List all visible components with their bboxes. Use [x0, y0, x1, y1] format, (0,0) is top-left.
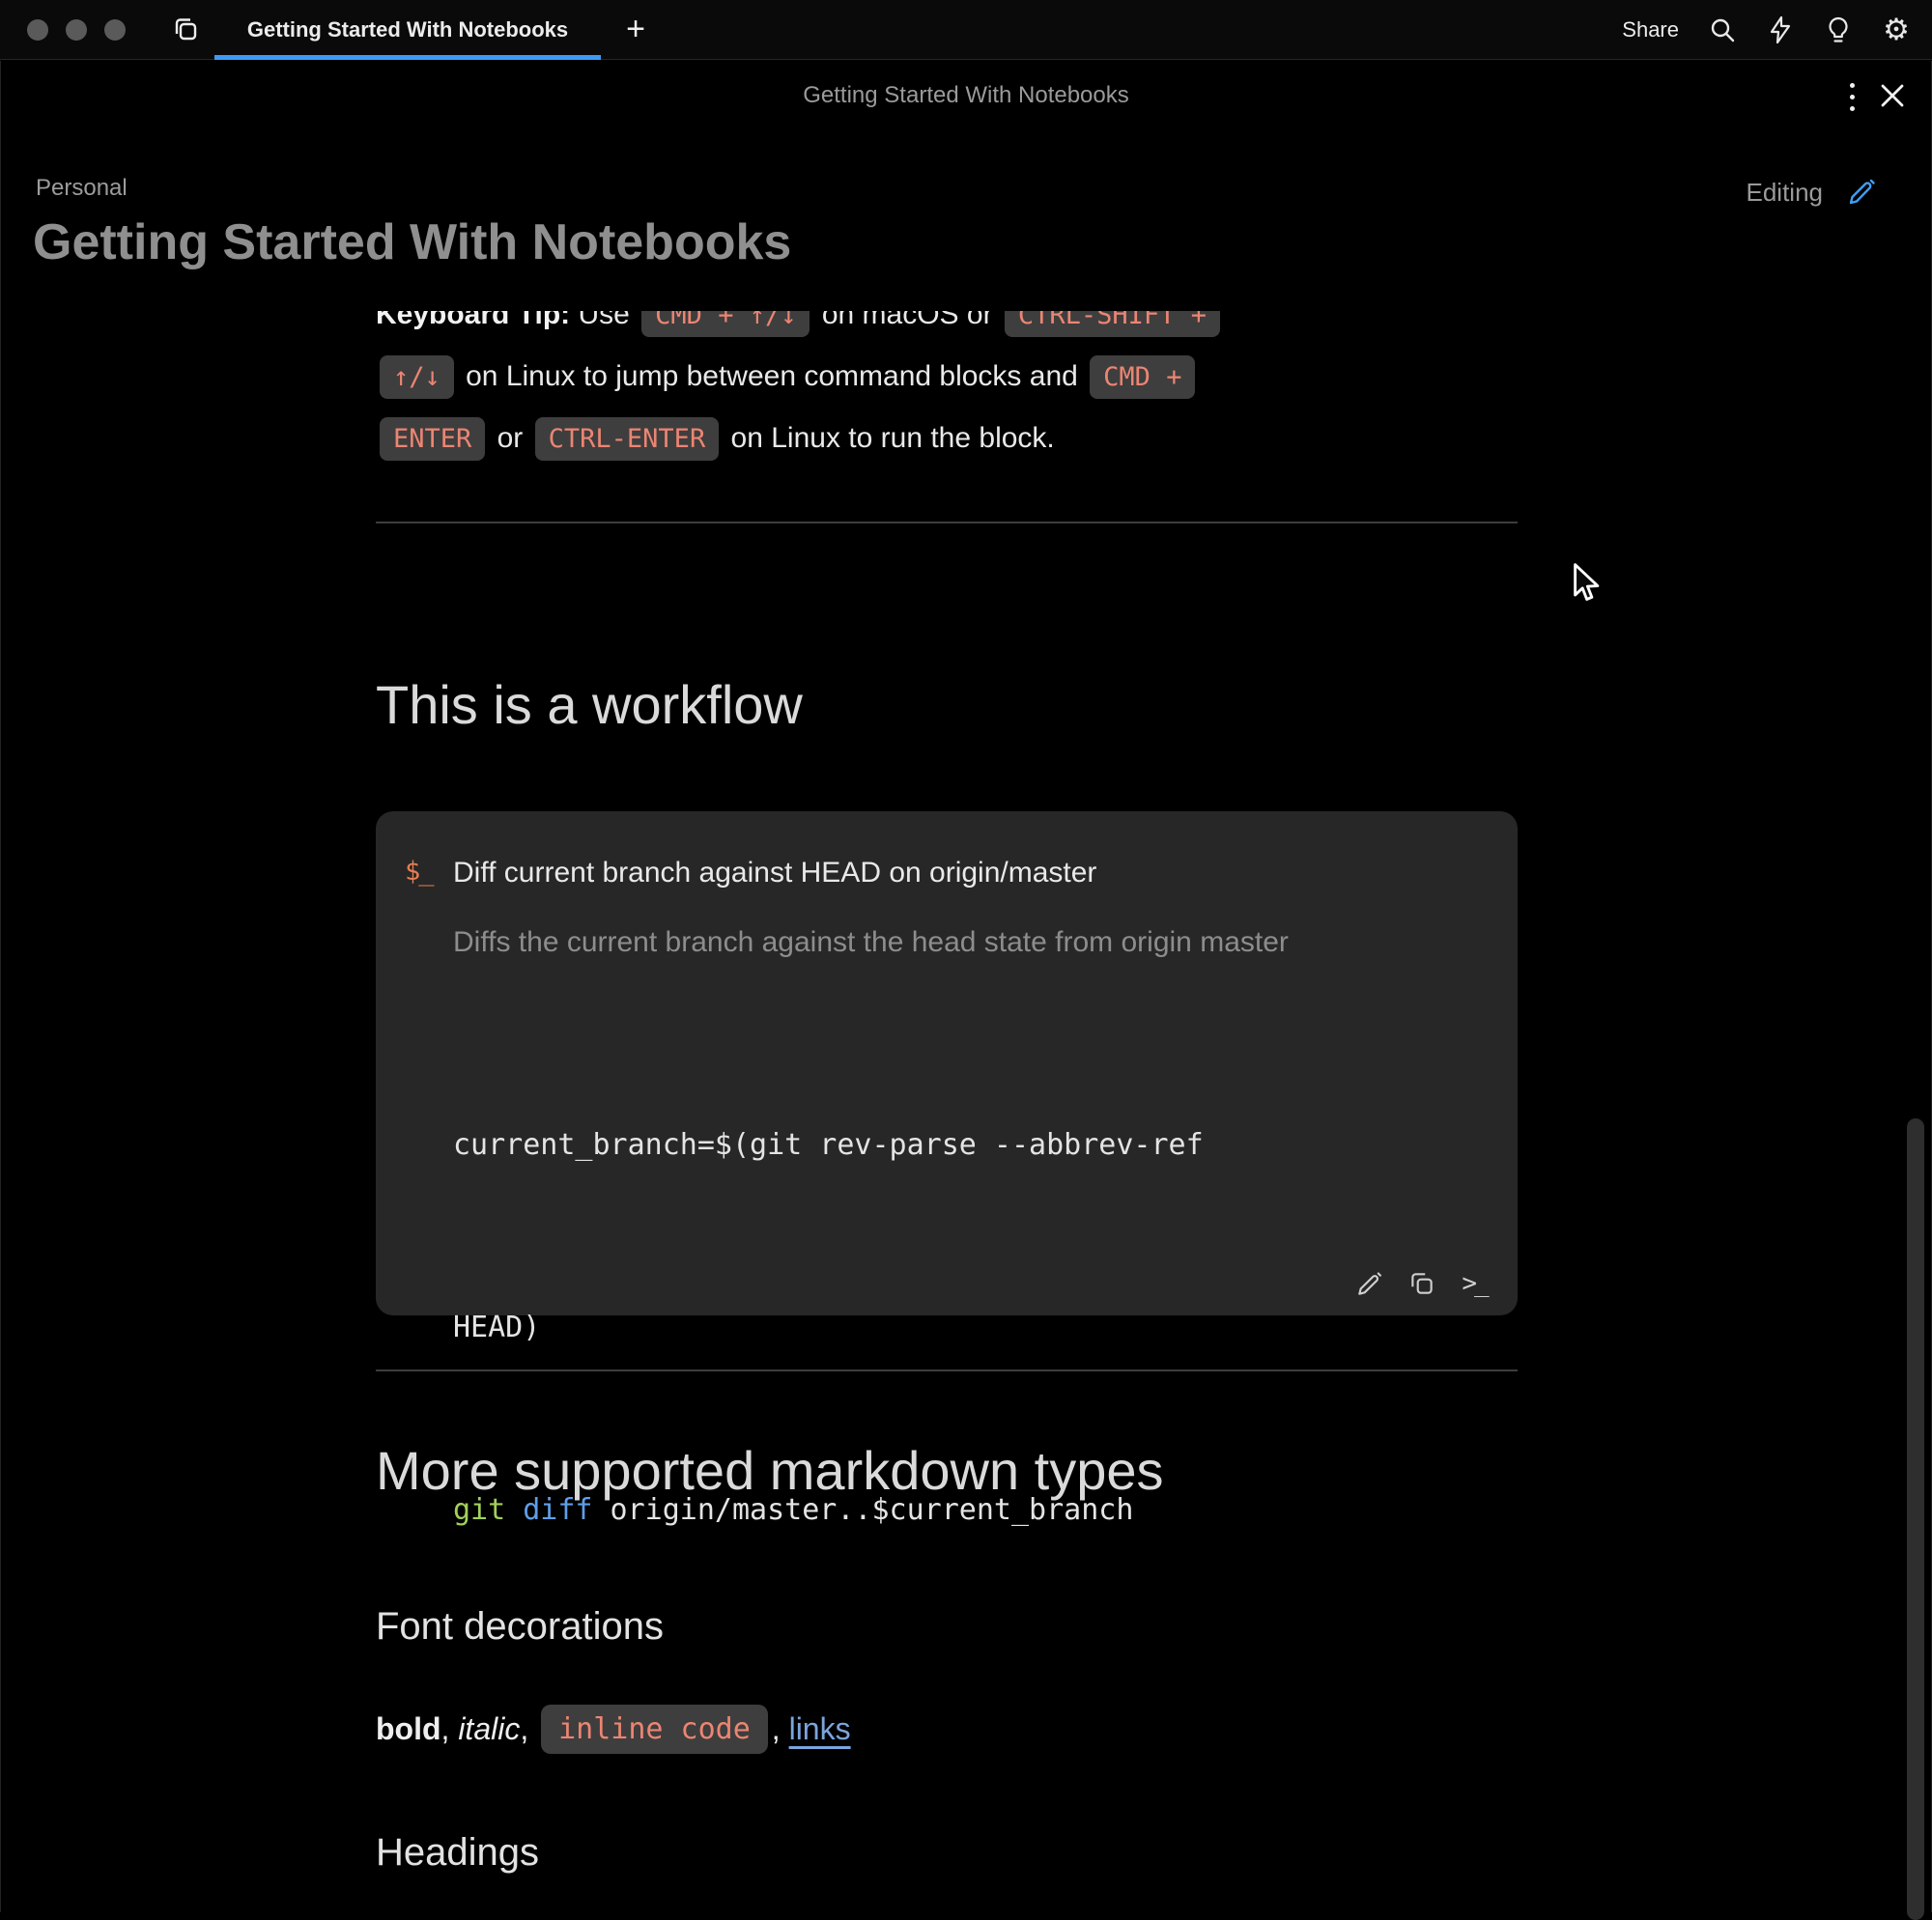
- overflow-menu-icon[interactable]: [1842, 80, 1861, 113]
- workflow-card-title: Diff current branch against HEAD on orig…: [453, 852, 1463, 894]
- lightning-icon[interactable]: [1766, 15, 1795, 44]
- workflow-card-actions: >_: [1353, 1267, 1491, 1300]
- new-tab-button[interactable]: +: [616, 8, 655, 50]
- mouse-cursor: [1573, 563, 1605, 604]
- font-decorations-heading: Font decorations: [376, 1605, 664, 1649]
- key-enter: ENTER: [380, 417, 485, 461]
- links-sample[interactable]: links: [789, 1711, 851, 1747]
- minimize-traffic-light[interactable]: [66, 19, 87, 41]
- keyboard-tip-paragraph: Keyboard Tip: Use CMD + ↑/↓ on macOS or …: [376, 311, 1518, 475]
- edit-workflow-icon[interactable]: [1353, 1267, 1386, 1300]
- headings-heading: Headings: [376, 1831, 539, 1875]
- search-icon[interactable]: [1708, 15, 1737, 44]
- edit-pencil-icon[interactable]: [1846, 177, 1877, 208]
- window-controls[interactable]: [27, 19, 126, 41]
- key-cmd-arrows: CMD + ↑/↓: [641, 311, 810, 337]
- active-tab-indicator: [214, 55, 601, 60]
- tip-line-1: Keyboard Tip: Use CMD + ↑/↓ on macOS or …: [376, 311, 1518, 346]
- close-traffic-light[interactable]: [27, 19, 48, 41]
- markdown-section-heading: More supported markdown types: [376, 1439, 1164, 1502]
- titlebar: Getting Started With Notebooks + Share ⚙: [0, 0, 1932, 60]
- tab-fade-overlay: [214, 0, 247, 55]
- tab-title: Getting Started With Notebooks: [247, 17, 568, 42]
- run-in-terminal-icon[interactable]: >_: [1458, 1267, 1491, 1300]
- tip-lead: Keyboard Tip:: [376, 311, 570, 330]
- workflow-card[interactable]: $_ Diff current branch against HEAD on o…: [376, 811, 1518, 1315]
- key-ctrl-enter: CTRL-ENTER: [535, 417, 720, 461]
- editing-mode[interactable]: Editing: [1747, 177, 1878, 208]
- font-decorations-sample: bold, italic, inline code, links: [376, 1705, 851, 1754]
- breadcrumb[interactable]: Personal: [36, 175, 128, 202]
- key-ctrl-shift: CTRL-SHIFT +: [1005, 311, 1220, 337]
- code-line: HEAD): [453, 1297, 1463, 1358]
- lightbulb-icon[interactable]: [1824, 15, 1853, 44]
- section-divider: [376, 522, 1518, 523]
- settings-gear-icon[interactable]: ⚙: [1882, 15, 1911, 44]
- share-button[interactable]: Share: [1622, 17, 1679, 42]
- notebooks-icon[interactable]: [170, 14, 201, 45]
- close-icon[interactable]: [1875, 78, 1910, 113]
- notebook-window: Getting Started With Notebooks Personal …: [0, 61, 1932, 1912]
- notebook-content: Keyboard Tip: Use CMD + ↑/↓ on macOS or …: [376, 61, 1518, 1912]
- workflow-card-description: Diffs the current branch against the hea…: [453, 912, 1322, 974]
- key-arrows: ↑/↓: [380, 355, 454, 399]
- copy-command-icon[interactable]: [1406, 1267, 1438, 1300]
- scrollbar-thumb[interactable]: [1907, 1118, 1924, 1920]
- tip-line-3: ENTER or CTRL-ENTER on Linux to run the …: [376, 408, 1518, 469]
- tab-getting-started[interactable]: Getting Started With Notebooks: [214, 0, 601, 60]
- bold-sample: bold: [376, 1711, 441, 1747]
- code-line: current_branch=$(git rev-parse --abbrev-…: [453, 1115, 1463, 1175]
- workflow-section-heading: This is a workflow: [376, 673, 803, 736]
- editing-mode-label: Editing: [1747, 178, 1824, 208]
- tip-line-2: ↑/↓ on Linux to jump between command blo…: [376, 346, 1518, 408]
- italic-sample: italic: [458, 1711, 520, 1747]
- zoom-traffic-light[interactable]: [104, 19, 126, 41]
- key-cmd-plus: CMD +: [1090, 355, 1195, 399]
- section-divider: [376, 1369, 1518, 1371]
- workflow-card-code: current_branch=$(git rev-parse --abbrev-…: [453, 993, 1463, 1662]
- shell-prompt-icon: $_: [405, 852, 453, 1662]
- inline-code-sample: inline code: [541, 1705, 768, 1754]
